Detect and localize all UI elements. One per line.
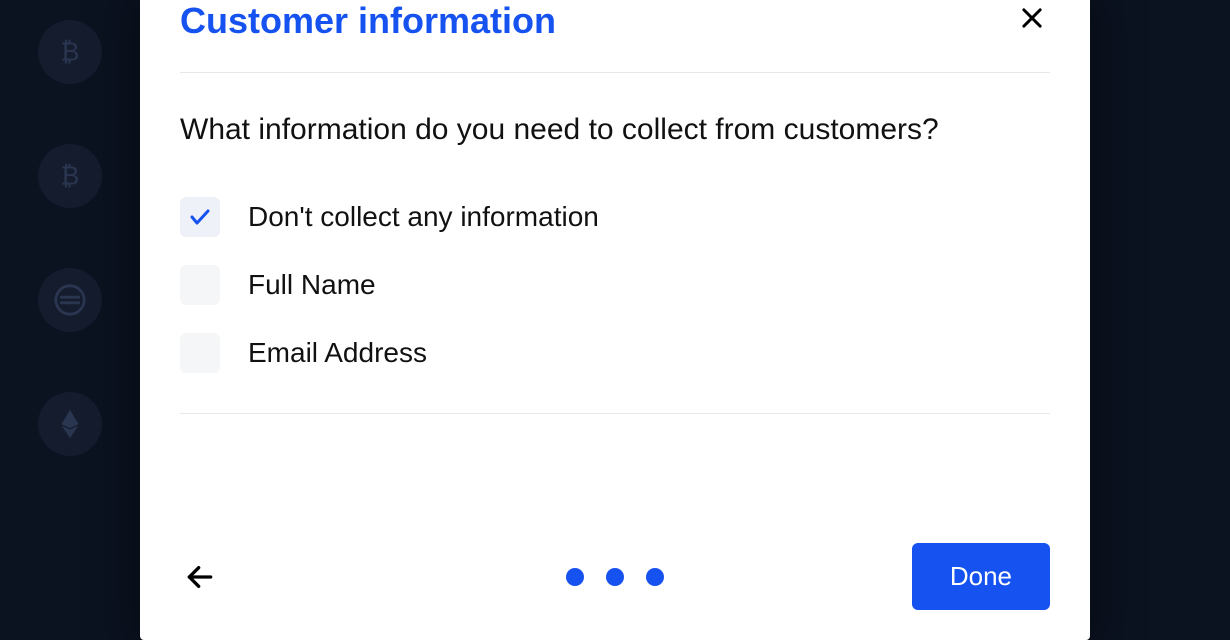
- close-icon[interactable]: [1014, 0, 1050, 41]
- bitcoin-icon: ₿: [38, 20, 102, 84]
- modal-header: Customer information: [180, 0, 1050, 42]
- option-full-name[interactable]: Full Name: [180, 265, 1050, 305]
- modal-title: Customer information: [180, 0, 556, 42]
- dai-icon: [38, 268, 102, 332]
- divider: [180, 413, 1050, 414]
- checkbox[interactable]: [180, 333, 220, 373]
- checkbox[interactable]: [180, 265, 220, 305]
- customer-info-modal: Customer information What information do…: [140, 0, 1090, 640]
- svg-text:₿: ₿: [61, 39, 80, 67]
- options-list: Don't collect any information Full Name …: [180, 197, 1050, 373]
- back-button[interactable]: [180, 557, 220, 597]
- bitcoin-icon: ₿: [38, 144, 102, 208]
- check-icon: [188, 205, 212, 229]
- checkbox[interactable]: [180, 197, 220, 237]
- ethereum-icon: [38, 392, 102, 456]
- option-label: Email Address: [248, 337, 427, 369]
- modal-question: What information do you need to collect …: [180, 113, 1050, 147]
- arrow-left-icon: [184, 561, 216, 593]
- option-label: Don't collect any information: [248, 201, 599, 233]
- page-indicator: [566, 568, 664, 586]
- page-dot: [646, 568, 664, 586]
- option-no-info[interactable]: Don't collect any information: [180, 197, 1050, 237]
- page-dot: [606, 568, 624, 586]
- divider: [180, 72, 1050, 73]
- page-dot: [566, 568, 584, 586]
- option-label: Full Name: [248, 269, 376, 301]
- background-crypto-icons: ₿ ₿: [0, 0, 140, 600]
- option-email[interactable]: Email Address: [180, 333, 1050, 373]
- svg-text:₿: ₿: [61, 163, 80, 191]
- modal-footer: Done: [180, 513, 1050, 610]
